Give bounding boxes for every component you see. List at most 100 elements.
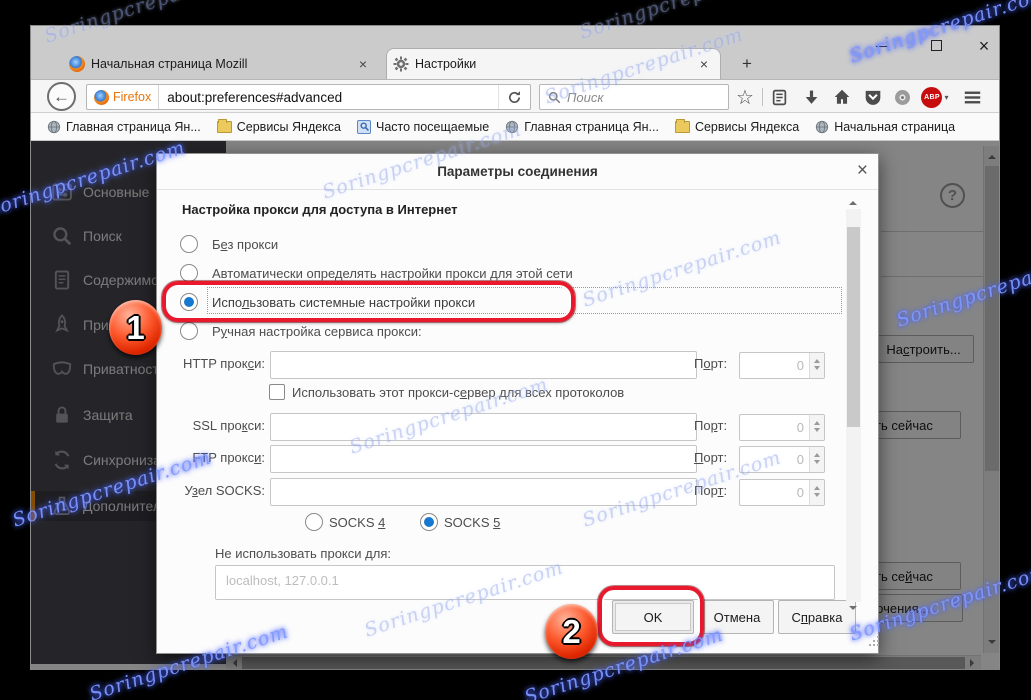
port-spinner[interactable]: [809, 353, 824, 378]
gear-icon: [393, 56, 409, 72]
search-icon: [548, 91, 561, 103]
dialog-scrollbar[interactable]: [846, 201, 861, 610]
dialog-close-icon[interactable]: ×: [857, 160, 868, 182]
share-proxy-checkbox[interactable]: [269, 384, 285, 400]
http-port-field[interactable]: [739, 352, 825, 379]
dialog-heading: Настройка прокси для доступа в Интернет: [182, 202, 458, 217]
bookmark-folder[interactable]: Сервисы Яндекса: [211, 118, 347, 136]
step-1-badge: 1: [109, 300, 162, 355]
bookmark-item[interactable]: Начальная страница: [809, 118, 961, 136]
bookmark-label: Сервисы Яндекса: [694, 119, 800, 134]
bookmark-label: Часто посещаемые: [376, 119, 490, 134]
url-text[interactable]: about:preferences#advanced: [159, 90, 498, 105]
tab-title: Настройки: [415, 57, 477, 71]
bookmark-label: Начальная страница: [834, 119, 956, 134]
socks-port-label: Порт:: [694, 483, 728, 498]
downloads-icon[interactable]: [800, 86, 822, 108]
bookmarks-bar: Главная страница Ян... Сервисы Яндекса Ч…: [31, 113, 999, 141]
resize-grip[interactable]: [869, 644, 871, 646]
dialog-title: Параметры соединения: [157, 154, 878, 190]
connection-settings-dialog: Параметры соединения × Настройка прокси …: [156, 153, 879, 654]
ftp-port-field[interactable]: [739, 446, 825, 473]
radio-manual-proxy[interactable]: [180, 322, 198, 340]
tab-settings[interactable]: Настройки ×: [386, 48, 721, 79]
firefox-icon: [94, 89, 109, 105]
cancel-button[interactable]: Отмена: [700, 600, 774, 634]
frequent-sites-icon: [357, 119, 371, 134]
close-window-button[interactable]: ×: [971, 34, 997, 58]
scroll-up-icon[interactable]: [849, 197, 857, 205]
ftp-port-input[interactable]: [740, 452, 809, 467]
webide-eye-icon[interactable]: [891, 86, 913, 108]
bookmark-item[interactable]: Главная страница Ян...: [41, 118, 207, 136]
search-input[interactable]: Поиск: [539, 84, 729, 110]
content-area: Основные Поиск Содержимое Приложения При…: [31, 141, 999, 670]
bookmark-label: Главная страница Ян...: [66, 119, 201, 134]
highlight-system-proxy: [162, 281, 575, 322]
no-proxy-label: Не использовать прокси для:: [215, 546, 391, 561]
radio-no-proxy[interactable]: [180, 235, 198, 253]
radio-socks5-label[interactable]: SOCKS 5: [444, 515, 500, 530]
ftp-port-label: Порт:: [694, 450, 728, 465]
ssl-port-label: Порт:: [694, 418, 728, 433]
port-spinner[interactable]: [809, 480, 824, 505]
pocket-icon[interactable]: [862, 86, 884, 108]
home-icon[interactable]: [831, 86, 853, 108]
no-proxy-textarea[interactable]: [215, 565, 835, 600]
http-port-input[interactable]: [740, 358, 809, 373]
socks-port-input[interactable]: [740, 485, 809, 500]
scrollbar-thumb[interactable]: [847, 227, 860, 427]
globe-icon: [47, 120, 61, 133]
new-tab-button[interactable]: +: [734, 52, 760, 76]
tab-title: Начальная страница Mozill: [91, 56, 248, 71]
radio-manual-proxy-label[interactable]: Ручная настройка сервиса прокси:: [212, 324, 422, 339]
port-spinner[interactable]: [809, 447, 824, 472]
bookmark-label: Сервисы Яндекса: [236, 119, 341, 134]
radio-socks4[interactable]: [305, 513, 323, 531]
bookmark-item[interactable]: Главная страница Ян...: [499, 118, 665, 136]
folder-icon: [216, 118, 232, 133]
globe-icon: [506, 120, 519, 133]
search-placeholder: Поиск: [567, 89, 604, 105]
site-identity-badge[interactable]: Firefox: [87, 85, 160, 109]
ftp-proxy-input[interactable]: [270, 445, 697, 473]
ssl-port-field[interactable]: [739, 414, 825, 441]
radio-auto-detect[interactable]: [180, 264, 198, 282]
socks-host-input[interactable]: [270, 478, 697, 506]
ssl-proxy-input[interactable]: [270, 413, 697, 441]
bookmark-label: Главная страница Ян...: [524, 119, 659, 134]
socks-host-label: Узел SOCKS:: [184, 483, 265, 498]
bookmarks-menu-icon[interactable]: [768, 86, 790, 108]
bookmark-star-icon[interactable]: ☆: [734, 86, 756, 109]
share-proxy-label[interactable]: Использовать этот прокси-сервер для всех…: [292, 385, 624, 400]
menu-hamburger-icon[interactable]: [961, 86, 983, 108]
tab-close-icon[interactable]: ×: [353, 56, 373, 72]
highlight-ok-button: [598, 586, 704, 646]
maximize-button[interactable]: [923, 34, 949, 58]
back-button[interactable]: ←: [47, 82, 76, 111]
ftp-proxy-label: FTP прокси:: [192, 450, 265, 465]
http-proxy-input[interactable]: [270, 351, 697, 379]
http-port-label: Порт:: [694, 356, 728, 371]
identity-label: Firefox: [113, 90, 152, 104]
url-bar[interactable]: Firefox about:preferences#advanced: [86, 84, 531, 110]
adblock-plus-icon[interactable]: ABP ▾: [919, 86, 951, 108]
radio-auto-detect-label[interactable]: Автоматически определять настройки прокс…: [212, 266, 573, 281]
radio-socks4-label[interactable]: SOCKS 4: [329, 515, 385, 530]
minimize-button[interactable]: [869, 34, 895, 58]
bookmark-folder[interactable]: Сервисы Яндекса: [669, 118, 805, 136]
tab-home[interactable]: Начальная страница Mozill ×: [65, 48, 377, 79]
ssl-port-input[interactable]: [740, 420, 809, 435]
tab-close-icon[interactable]: ×: [694, 56, 714, 72]
help-button[interactable]: Сп равка: [778, 600, 856, 634]
reload-icon[interactable]: [498, 85, 530, 109]
bookmark-folder[interactable]: Часто посещаемые: [351, 118, 495, 136]
scroll-down-icon[interactable]: [849, 606, 857, 614]
socks-port-field[interactable]: [739, 479, 825, 506]
chevron-down-icon: ▾: [944, 92, 949, 102]
http-proxy-label: HTTP прокси:: [182, 356, 265, 371]
radio-socks5[interactable]: [420, 513, 438, 531]
toolbar-divider: [762, 88, 763, 106]
port-spinner[interactable]: [809, 415, 824, 440]
radio-no-proxy-label[interactable]: Без прокси: [212, 237, 278, 252]
